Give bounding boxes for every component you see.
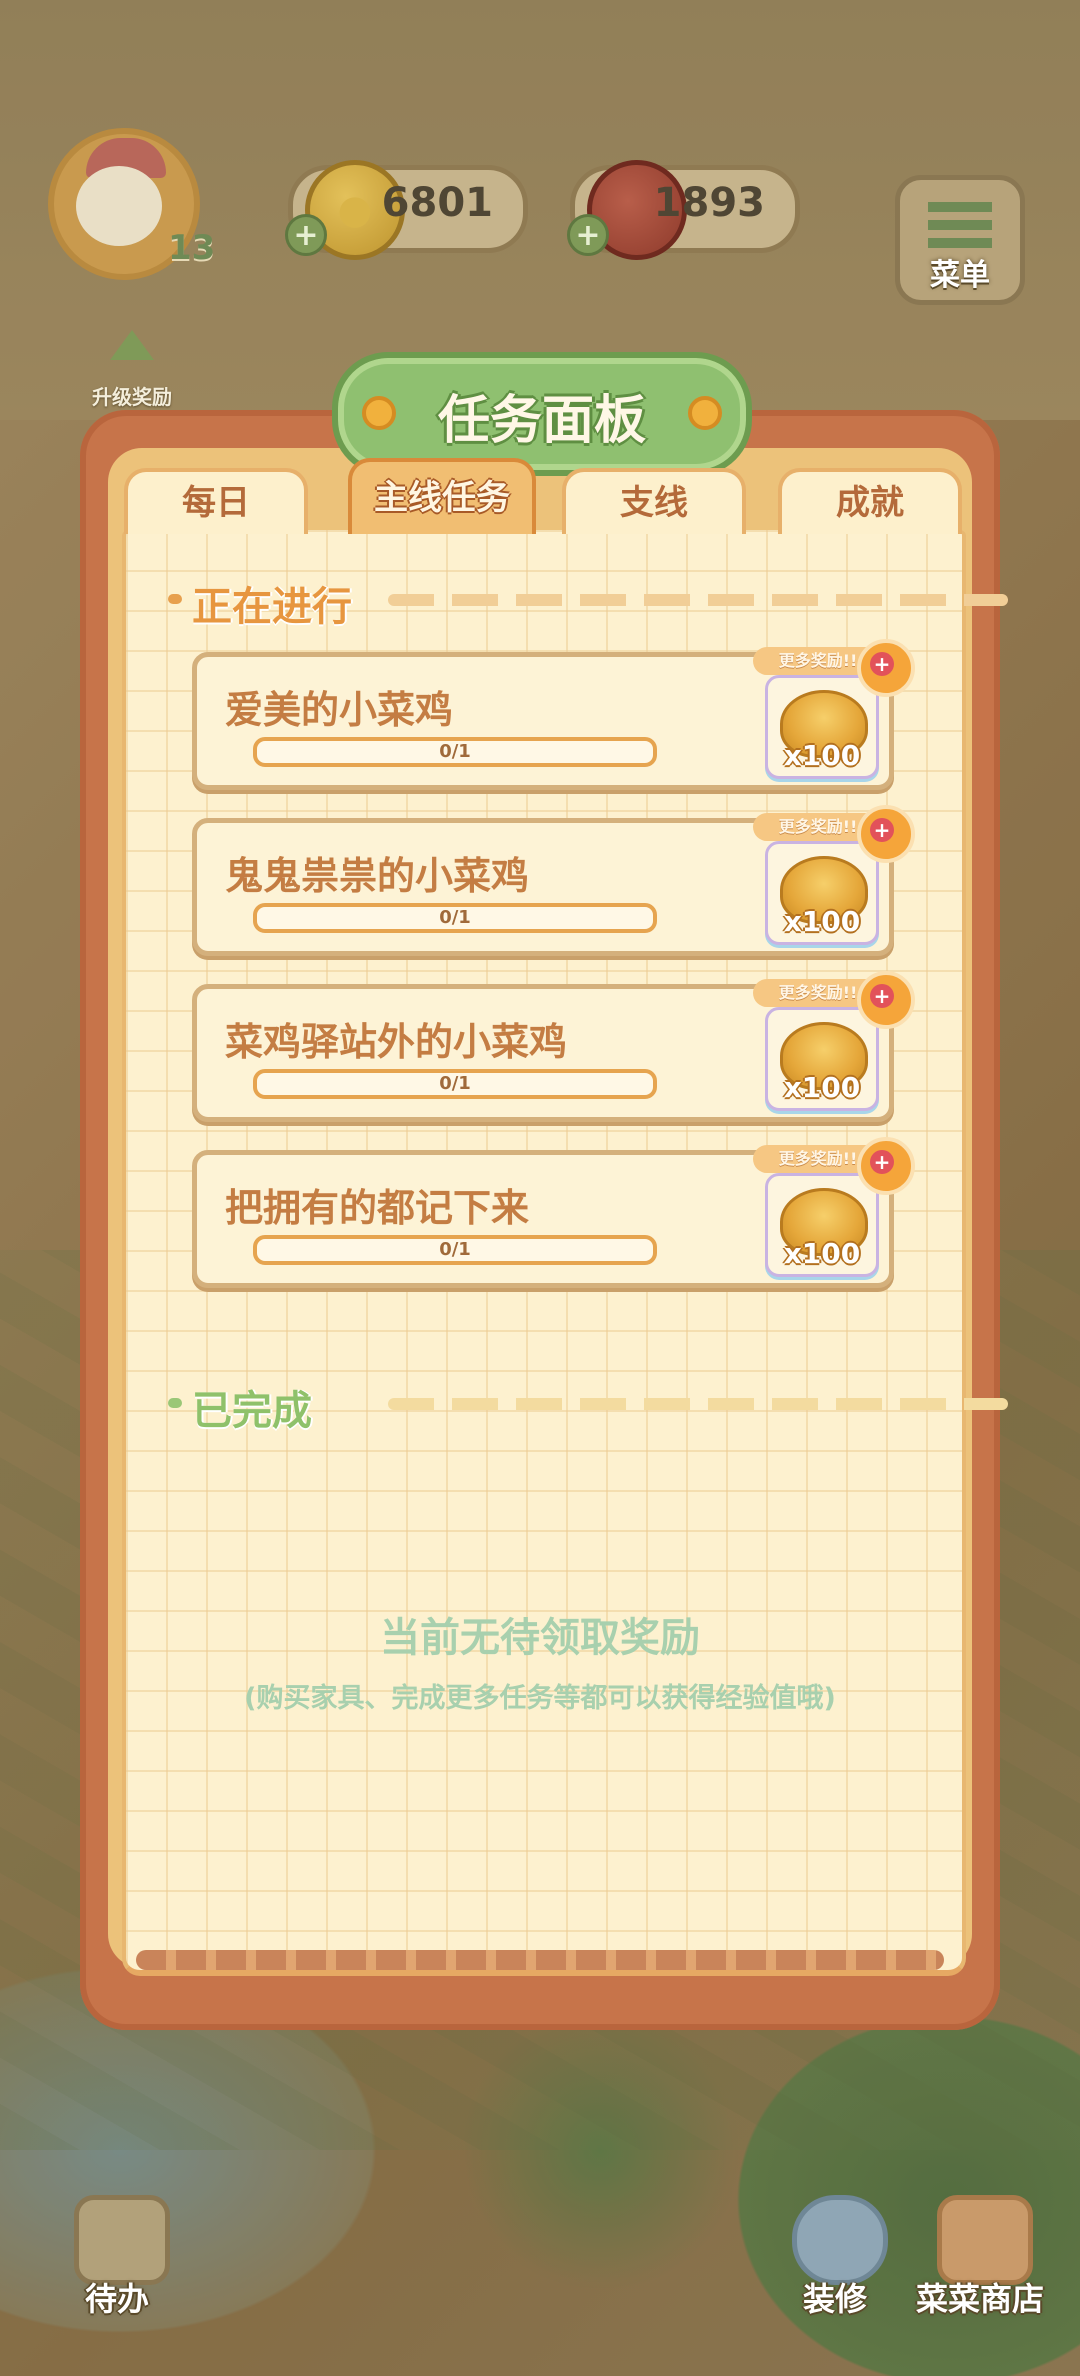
coin-counter[interactable]: ● + 6801 (285, 160, 528, 260)
section-bullet (168, 1398, 182, 1408)
reward-amount: x100 (783, 905, 861, 938)
task-title: 菜鸡驿站外的小菜鸡 (225, 1020, 568, 1064)
more-rewards-badge[interactable]: + (857, 971, 915, 1029)
menu-label: 菜单 (930, 258, 990, 293)
tab-daily[interactable]: 每日 (124, 468, 308, 534)
plus-icon: + (870, 1150, 894, 1174)
more-rewards-badge[interactable]: + (857, 805, 915, 863)
plus-icon: + (870, 652, 894, 676)
task-card[interactable]: 爱美的小菜鸡 0/1 x100 更多奖励!! + (192, 639, 915, 790)
add-coins-button[interactable]: + (285, 214, 327, 256)
more-rewards-badge[interactable]: + (857, 1137, 915, 1195)
more-rewards-badge[interactable]: + (857, 639, 915, 697)
task-progress-bar: 0/1 (253, 1235, 657, 1265)
section-ongoing-label: 正在进行 (192, 584, 352, 630)
player-avatar[interactable]: 13 (28, 108, 218, 280)
task-progress-text: 0/1 (439, 907, 471, 928)
task-progress-bar: 0/1 (253, 737, 657, 767)
empty-rewards-hint: (购买家具、完成更多任务等都可以获得经验值哦) (244, 1683, 836, 1714)
task-title: 爱美的小菜鸡 (225, 688, 454, 732)
task-progress-bar: 0/1 (253, 903, 657, 933)
task-title: 鬼鬼祟祟的小菜鸡 (225, 854, 530, 898)
upgrade-reward-button[interactable]: 升级奖励 (82, 330, 182, 410)
task-card[interactable]: 菜鸡驿站外的小菜鸡 0/1 x100 更多奖励!! + (192, 971, 915, 1122)
todo-icon (74, 2195, 170, 2285)
avatar-face (76, 166, 162, 246)
menu-button[interactable]: 菜单 (895, 175, 1025, 305)
task-reward[interactable]: x100 (765, 841, 879, 945)
upgrade-arrow-icon (110, 330, 154, 360)
tab-main-quest[interactable]: 主线任务 (348, 458, 536, 534)
task-progress-text: 0/1 (439, 741, 471, 762)
tab-side-quest[interactable]: 支线 (562, 468, 746, 534)
reward-amount: x100 (783, 1071, 861, 1104)
panel-title: 任务面板 (437, 391, 646, 451)
shop-icon (937, 2195, 1033, 2285)
task-card[interactable]: 鬼鬼祟祟的小菜鸡 0/1 x100 更多奖励!! + (192, 805, 915, 956)
empty-rewards-message: 当前无待领取奖励 (380, 1615, 700, 1661)
section-bullet (168, 594, 182, 604)
plus-icon: + (870, 984, 894, 1008)
tab-achievements[interactable]: 成就 (778, 468, 962, 534)
meat-value: 1893 (653, 180, 765, 226)
task-progress-text: 0/1 (439, 1073, 471, 1094)
task-progress-text: 0/1 (439, 1239, 471, 1260)
task-progress-bar: 0/1 (253, 1069, 657, 1099)
decorate-icon (792, 2195, 888, 2285)
task-card[interactable]: 把拥有的都记下来 0/1 x100 更多奖励!! + (192, 1137, 915, 1288)
reward-amount: x100 (783, 739, 861, 772)
todo-button[interactable]: 待办 (52, 2195, 182, 2320)
section-divider (388, 594, 1008, 606)
paper-bottom-edge (136, 1950, 944, 1970)
plus-icon: + (870, 818, 894, 842)
player-level: 13 (168, 228, 216, 268)
meat-counter[interactable]: + 1893 (567, 160, 800, 260)
decorate-button[interactable]: 装修 (770, 2195, 900, 2320)
task-reward[interactable]: x100 (765, 1173, 879, 1277)
upgrade-reward-label: 升级奖励 (92, 385, 172, 409)
task-reward[interactable]: x100 (765, 675, 879, 779)
add-meat-button[interactable]: + (567, 214, 609, 256)
coin-value: 6801 (381, 180, 493, 226)
section-divider (388, 1398, 1008, 1410)
menu-icon (928, 202, 992, 252)
todo-label: 待办 (84, 2280, 149, 2318)
shop-label: 菜菜商店 (915, 2280, 1044, 2318)
section-completed-label: 已完成 (192, 1388, 312, 1434)
task-title: 把拥有的都记下来 (225, 1186, 530, 1230)
reward-amount: x100 (783, 1237, 861, 1270)
shop-button[interactable]: 菜菜商店 (915, 2195, 1045, 2320)
task-reward[interactable]: x100 (765, 1007, 879, 1111)
